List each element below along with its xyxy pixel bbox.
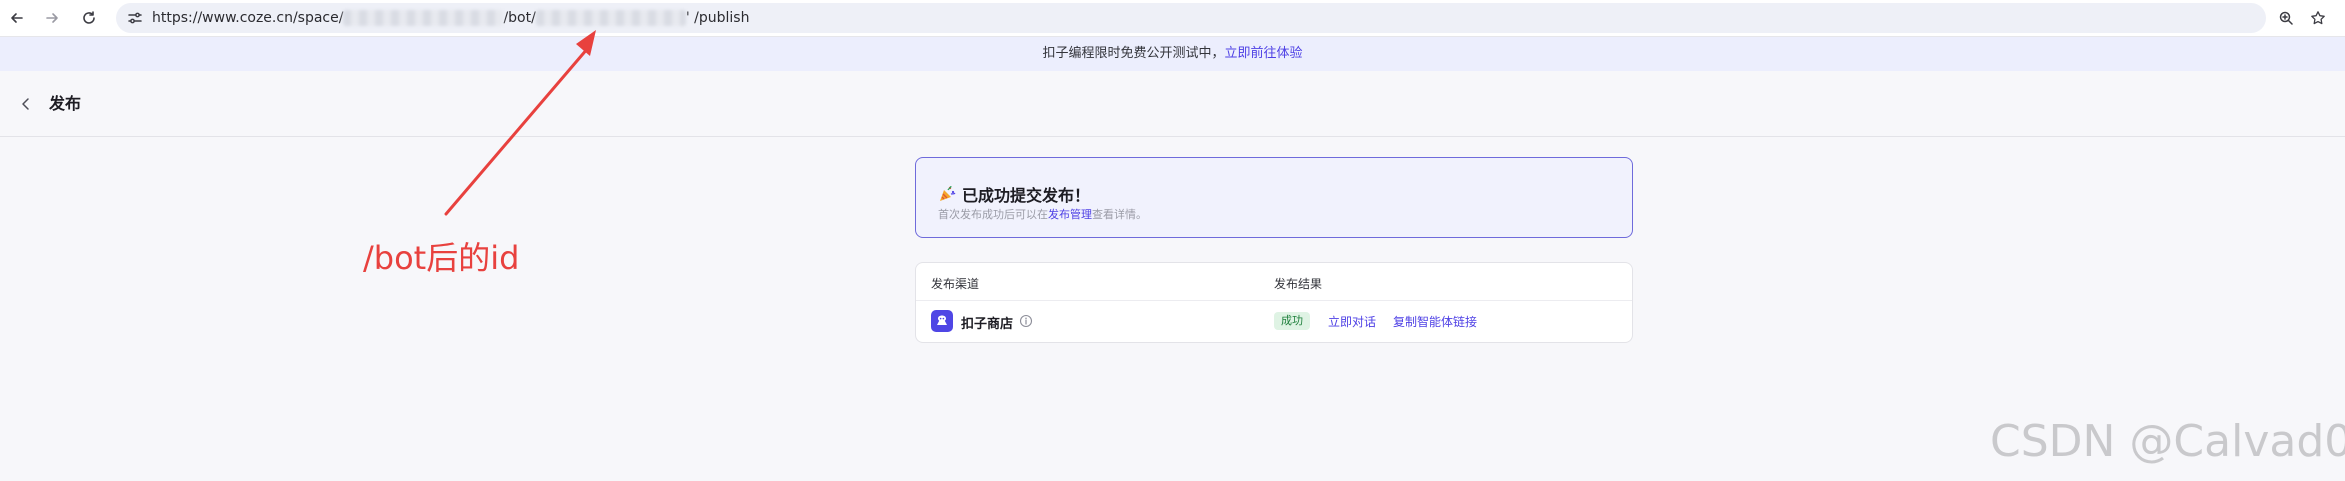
annotation-text: /bot后的id <box>363 239 520 277</box>
watermark: CSDN @Calvad0s <box>1990 416 2345 467</box>
annotation-arrow-icon <box>444 30 596 216</box>
